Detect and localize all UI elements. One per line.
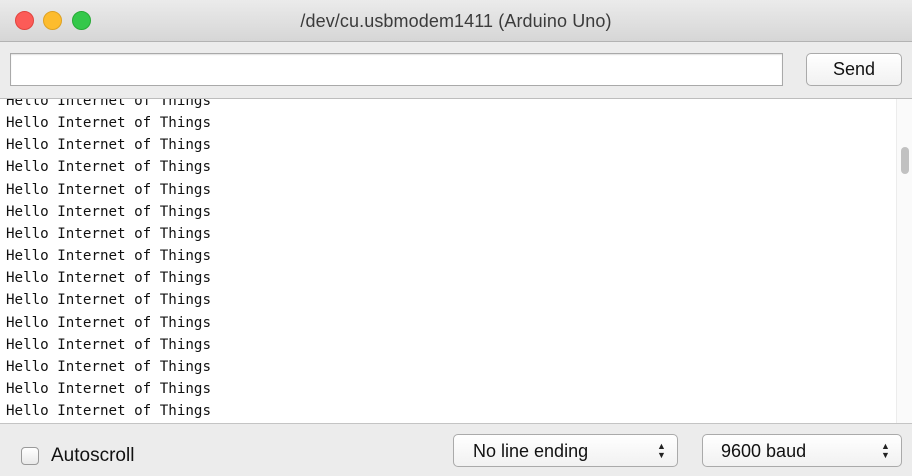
output-line: Hello Internet of Things xyxy=(6,203,211,220)
output-line: Hello Internet of Things xyxy=(6,115,211,132)
serial-input[interactable] xyxy=(10,53,783,86)
baud-rate-value: 9600 baud xyxy=(721,441,807,461)
output-line: Hello Internet of Things xyxy=(6,270,211,287)
output-line: Hello Internet of Things xyxy=(6,181,211,198)
up-down-arrows-icon: ▲ ▼ xyxy=(657,441,666,460)
bottom-bar: Autoscroll No line ending ▲ ▼ 9600 baud ▲… xyxy=(0,424,912,476)
output-line: Hello Internet of Things xyxy=(6,159,211,176)
output-line: Hello Internet of Things xyxy=(6,292,211,309)
output-line: Hello Internet of Things xyxy=(6,98,211,109)
output-line: Hello Internet of Things xyxy=(6,314,211,331)
output-line: Hello Internet of Things xyxy=(6,403,211,420)
baud-rate-select[interactable]: 9600 baud ▲ ▼ xyxy=(702,434,902,467)
input-row: Send xyxy=(0,42,912,98)
output-line: Hello Internet of Things xyxy=(6,225,211,242)
vertical-scrollbar[interactable] xyxy=(896,99,912,423)
line-ending-value: No line ending xyxy=(473,441,589,461)
serial-output[interactable]: Hello Internet of Things Hello Internet o… xyxy=(0,98,912,424)
output-line: Hello Internet of Things xyxy=(6,336,211,353)
autoscroll-checkbox[interactable] xyxy=(21,447,39,465)
scrollbar-thumb[interactable] xyxy=(901,147,909,174)
output-line: Hello Internet of Things xyxy=(6,248,211,265)
autoscroll-control[interactable]: Autoscroll xyxy=(21,445,134,467)
output-lines: Hello Internet of Things Hello Internet o… xyxy=(6,98,211,423)
title-bar[interactable]: /dev/cu.usbmodem1411 (Arduino Uno) xyxy=(0,0,912,42)
window-title: /dev/cu.usbmodem1411 (Arduino Uno) xyxy=(300,11,612,31)
serial-monitor-window: /dev/cu.usbmodem1411 (Arduino Uno) Send … xyxy=(0,0,912,476)
output-line: Hello Internet of Things xyxy=(6,358,211,375)
line-ending-select[interactable]: No line ending ▲ ▼ xyxy=(453,434,678,467)
autoscroll-label: Autoscroll xyxy=(51,445,135,466)
up-down-arrows-icon: ▲ ▼ xyxy=(881,441,890,460)
output-line: Hello Internet of Things xyxy=(6,381,211,398)
send-button[interactable]: Send xyxy=(806,53,902,86)
output-line: Hello Internet of Things xyxy=(6,137,211,154)
